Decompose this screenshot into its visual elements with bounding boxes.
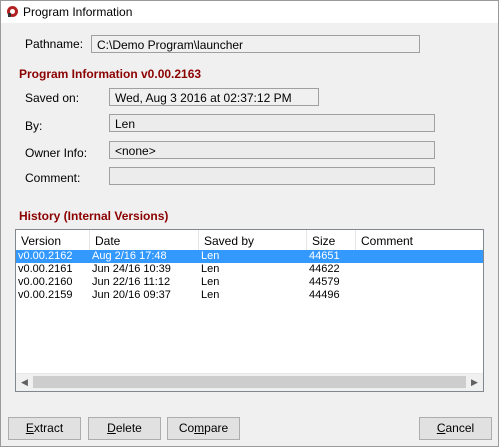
size-cell: 44496 xyxy=(309,289,340,301)
version-cell: v0.00.2159 xyxy=(18,289,73,301)
size-cell: 44579 xyxy=(309,276,340,288)
compare-label-end: pare xyxy=(204,421,229,435)
saved-by-cell: Len xyxy=(201,250,220,262)
cancel-label: ancel xyxy=(445,421,475,435)
delete-button[interactable]: Delete xyxy=(88,417,161,440)
pathname-label: Pathname: xyxy=(25,37,84,51)
button-bar: Extract Delete Compare Cancel xyxy=(1,405,498,446)
by-label: By: xyxy=(25,119,43,133)
scroll-left-icon[interactable]: ◀ xyxy=(16,374,33,391)
scrollbar-thumb[interactable] xyxy=(33,376,466,388)
saved-on-field[interactable]: Wed, Aug 3 2016 at 02:37:12 PM xyxy=(109,88,319,106)
saved-on-label: Saved on: xyxy=(25,91,80,105)
column-header-size[interactable]: Size xyxy=(307,230,356,250)
history-heading: History (Internal Versions) xyxy=(19,209,169,223)
program-information-dialog: Program Information Pathname: C:\Demo Pr… xyxy=(0,0,499,447)
size-cell: 44651 xyxy=(309,250,340,262)
history-row[interactable]: v0.00.2162 Aug 2/16 17:48 Len 44651 xyxy=(16,250,483,263)
by-field[interactable]: Len xyxy=(109,114,435,132)
saved-by-cell: Len xyxy=(201,263,220,275)
version-cell: v0.00.2161 xyxy=(18,263,73,275)
history-row[interactable]: v0.00.2159 Jun 20/16 09:37 Len 44496 xyxy=(16,289,483,302)
comment-field[interactable] xyxy=(109,167,435,185)
delete-label: elete xyxy=(115,421,142,435)
saved-by-cell: Len xyxy=(201,276,220,288)
owner-info-field[interactable]: <none> xyxy=(109,141,435,159)
compare-button[interactable]: Compare xyxy=(167,417,240,440)
date-cell: Jun 22/16 11:12 xyxy=(92,276,171,288)
extract-label: xtract xyxy=(33,421,64,435)
column-header-saved-by[interactable]: Saved by xyxy=(199,230,307,250)
compare-mnemonic: m xyxy=(194,421,205,435)
date-cell: Aug 2/16 17:48 xyxy=(92,250,167,262)
pathname-field[interactable]: C:\Demo Program\launcher xyxy=(91,35,420,53)
version-cell: v0.00.2160 xyxy=(18,276,73,288)
window-title: Program Information xyxy=(23,5,133,19)
saved-by-cell: Len xyxy=(201,289,220,301)
history-list[interactable]: Version Date Saved by Size Comment v0.00… xyxy=(15,229,484,392)
comment-label: Comment: xyxy=(25,171,81,185)
extract-button[interactable]: Extract xyxy=(8,417,81,440)
date-cell: Jun 20/16 09:37 xyxy=(92,289,171,301)
size-cell: 44622 xyxy=(309,263,340,275)
cancel-button[interactable]: Cancel xyxy=(419,417,492,440)
scroll-right-icon[interactable]: ▶ xyxy=(466,374,483,391)
title-bar: Program Information xyxy=(1,1,498,23)
history-row[interactable]: v0.00.2160 Jun 22/16 11:12 Len 44579 xyxy=(16,276,483,289)
column-header-comment[interactable]: Comment xyxy=(356,230,483,250)
version-cell: v0.00.2162 xyxy=(18,250,73,262)
owner-info-label: Owner Info: xyxy=(25,146,88,160)
column-header-date[interactable]: Date xyxy=(90,230,199,250)
horizontal-scrollbar[interactable]: ◀ ▶ xyxy=(16,373,483,391)
history-row[interactable]: v0.00.2161 Jun 24/16 10:39 Len 44622 xyxy=(16,263,483,276)
program-info-icon xyxy=(7,6,18,17)
extract-mnemonic: E xyxy=(25,421,34,435)
column-header-version[interactable]: Version xyxy=(16,230,90,250)
compare-label-start: Co xyxy=(178,421,195,435)
history-list-header: Version Date Saved by Size Comment xyxy=(16,230,483,250)
delete-mnemonic: D xyxy=(107,421,116,435)
program-info-heading: Program Information v0.00.2163 xyxy=(19,67,202,81)
date-cell: Jun 24/16 10:39 xyxy=(92,263,171,275)
